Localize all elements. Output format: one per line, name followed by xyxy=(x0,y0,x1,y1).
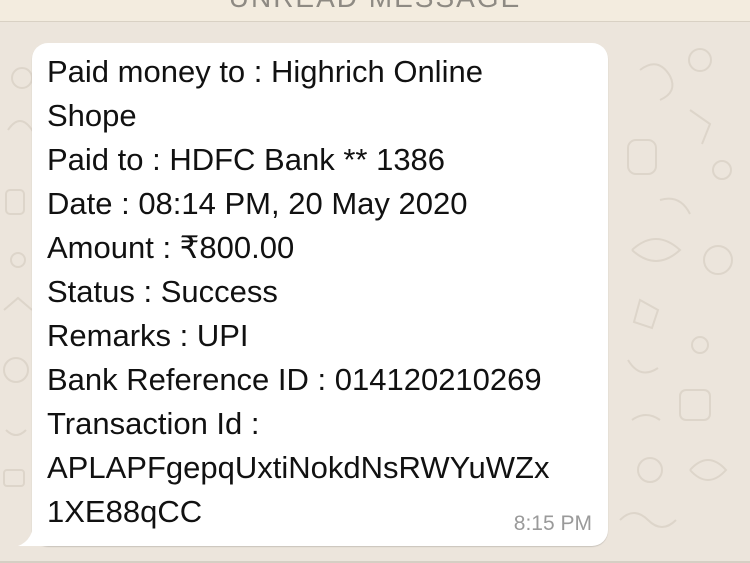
message-timestamp: 8:15 PM xyxy=(513,512,592,535)
message-line-paid-money-to: Paid money to : Highrich Online xyxy=(47,54,483,89)
message-line-transaction-id-value: APLAPFgepqUxtiNokdNsRWYuWZx xyxy=(47,450,550,485)
message-line-amount: Amount : ₹800.00 xyxy=(47,230,295,265)
message-text: Paid money to : Highrich Online Shope Pa… xyxy=(47,50,597,534)
message-bubble[interactable]: Paid money to : Highrich Online Shope Pa… xyxy=(18,43,608,546)
message-line-transaction-id-label: Transaction Id : xyxy=(47,406,260,441)
unread-message-label: UNREAD MESSAGE xyxy=(0,0,750,14)
message-line-remarks: Remarks : UPI xyxy=(47,318,249,353)
message-line-date: Date : 08:14 PM, 20 May 2020 xyxy=(47,186,468,221)
message-line-status: Status : Success xyxy=(47,274,278,309)
unread-message-banner: UNREAD MESSAGE xyxy=(0,0,750,22)
bubble-tail-shape xyxy=(18,518,48,546)
message-line-paid-to: Paid to : HDFC Bank ** 1386 xyxy=(47,142,446,177)
message-line-bank-reference: Bank Reference ID : 014120210269 xyxy=(47,362,542,397)
message-line-shope: Shope xyxy=(47,98,137,133)
